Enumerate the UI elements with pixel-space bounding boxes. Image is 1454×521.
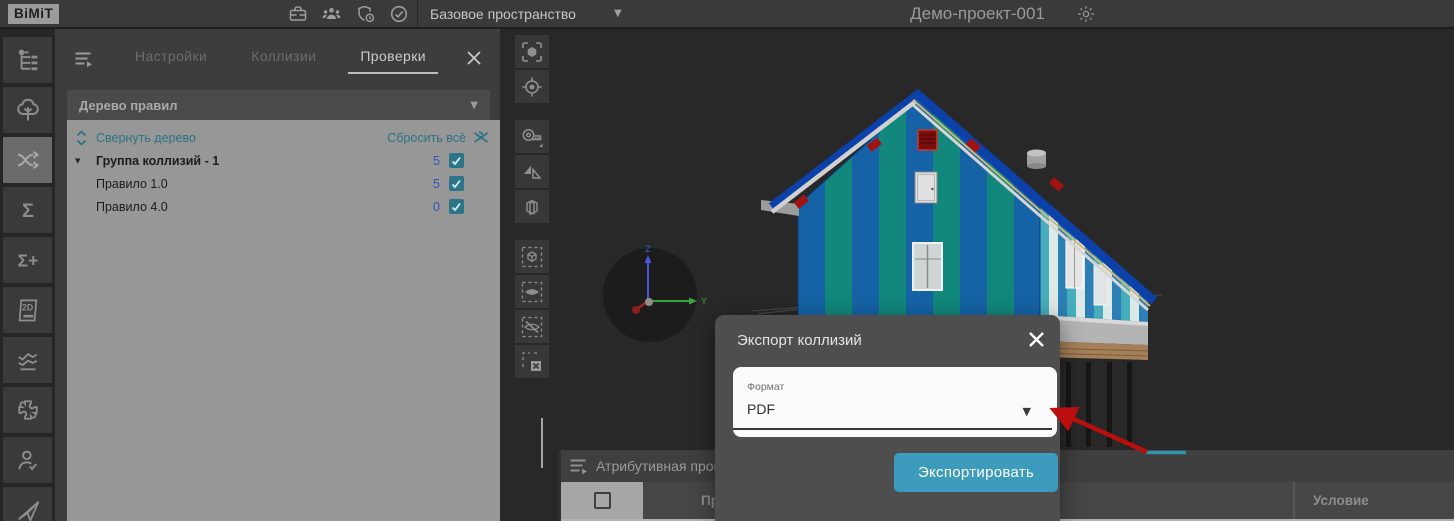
tree-row-rule[interactable]: Правило 1.0 5 [67, 172, 500, 195]
export-collisions-modal: Экспорт коллизий Формат PDF ▼ Экспортиро… [715, 315, 1060, 521]
select-all-cell [561, 482, 643, 519]
panel-tabs: Настройки Коллизии Проверки [113, 29, 448, 83]
panel-menu-icon[interactable] [569, 458, 588, 475]
collapse-caret-icon[interactable]: ▾ [75, 154, 90, 167]
format-select[interactable]: Формат PDF ▼ [733, 367, 1057, 437]
format-value: PDF [747, 401, 775, 417]
user-check-icon[interactable] [3, 437, 52, 483]
shield-badge-icon[interactable] [355, 4, 376, 24]
tree-row-label: Правило 1.0 [96, 177, 168, 191]
clear-selection-button[interactable] [515, 345, 549, 378]
roof-vent [1027, 150, 1046, 170]
attribute-panel-title: Атрибутивная пров [596, 458, 721, 474]
collisions-shuffle-icon[interactable] [3, 137, 52, 183]
tree-row-label: Правило 4.0 [96, 200, 168, 214]
collision-count: 5 [424, 177, 440, 191]
export-button[interactable]: Экспортировать [894, 453, 1058, 492]
collision-count: 5 [424, 154, 440, 168]
topbar-divider [417, 0, 418, 27]
rule-checkbox[interactable] [449, 153, 464, 168]
left-icon-rail: Σ Σ+ 2D [0, 29, 55, 521]
clip-plane-button[interactable] [515, 155, 549, 188]
modal-close-icon[interactable] [1028, 331, 1045, 353]
tab-settings[interactable]: Настройки [131, 48, 211, 64]
modal-title: Экспорт коллизий [737, 332, 862, 349]
column-condition: Условие [1295, 482, 1454, 519]
reset-all-link[interactable]: Сбросить всё [387, 131, 466, 145]
axis-gizmo: Z Y [603, 244, 707, 342]
briefcase-icon[interactable] [288, 4, 308, 24]
svg-text:Z: Z [645, 244, 651, 254]
chevron-down-icon: ▼ [1023, 405, 1031, 418]
hide-selected-button[interactable] [515, 310, 549, 343]
panel-menu-icon[interactable] [74, 51, 93, 73]
panel-header: Настройки Коллизии Проверки [55, 29, 500, 83]
send-icon[interactable] [3, 487, 52, 521]
column-condition-label: Условие [1313, 493, 1369, 508]
show-selected-button[interactable] [515, 275, 549, 308]
svg-text:Y: Y [701, 296, 707, 306]
2d-sheet-icon[interactable]: 2D [3, 287, 52, 333]
reset-strike-icon[interactable] [472, 130, 490, 145]
tree-row-rule[interactable]: Правило 4.0 0 [67, 195, 500, 218]
workspace-selector[interactable]: Базовое пространство ▼ [430, 0, 622, 27]
tree-row-label: Группа коллизий - 1 [96, 154, 219, 168]
format-label: Формат [747, 381, 784, 393]
environment-tree-icon[interactable] [3, 87, 52, 133]
svg-text:Σ: Σ [22, 200, 34, 222]
section-box-button[interactable] [515, 190, 549, 223]
panel-close-icon[interactable] [466, 50, 482, 71]
sum-plus-icon[interactable]: Σ+ [3, 237, 52, 283]
rules-tree-dropdown[interactable]: Дерево правил ▼ [67, 90, 490, 120]
format-underline [733, 428, 1052, 430]
collapse-tree-link[interactable]: Свернуть дерево [96, 131, 196, 145]
project-title: Демо-проект-001 [890, 0, 1065, 27]
model-structure-icon[interactable] [3, 37, 52, 83]
approximation-icon[interactable] [3, 337, 52, 383]
tab-checks[interactable]: Проверки [356, 48, 430, 64]
viewport-scrollbar[interactable] [541, 418, 543, 468]
chevron-down-icon: ▼ [470, 100, 478, 111]
topbar: BiMiT Базовое пространство ▼ Демо-проект… [0, 0, 1454, 29]
selection-cube-button[interactable] [515, 240, 549, 273]
rule-checkbox[interactable] [449, 176, 464, 191]
select-all-checkbox[interactable] [594, 492, 611, 509]
collision-count: 0 [424, 200, 440, 214]
checks-panel: Настройки Коллизии Проверки Дерево прави… [55, 29, 500, 521]
plugin-icon[interactable] [3, 387, 52, 433]
tree-row-group[interactable]: ▾ Группа коллизий - 1 5 [67, 149, 500, 172]
settings-gear-icon[interactable] [1076, 4, 1096, 29]
chevron-down-icon: ▼ [614, 8, 622, 19]
workspace-label: Базовое пространство [430, 6, 576, 22]
unfold-icon[interactable] [75, 130, 88, 146]
app-logo: BiMiT [8, 4, 59, 24]
tree-controls-row: Свернуть дерево Сбросить всё [67, 126, 500, 149]
locate-button[interactable] [515, 70, 549, 103]
svg-text:2D: 2D [22, 302, 33, 312]
rule-checkbox[interactable] [449, 199, 464, 214]
tab-collisions[interactable]: Коллизии [247, 48, 320, 64]
team-icon[interactable] [321, 4, 342, 24]
rules-tree: Свернуть дерево Сбросить всё ▾ Группа ко… [67, 120, 500, 521]
fit-view-button[interactable] [515, 35, 549, 68]
measure-button[interactable] [515, 120, 549, 153]
check-circle-icon[interactable] [389, 4, 409, 24]
svg-text:Σ+: Σ+ [17, 250, 38, 270]
sum-icon[interactable]: Σ [3, 187, 52, 233]
rules-tree-dropdown-label: Дерево правил [79, 98, 470, 113]
